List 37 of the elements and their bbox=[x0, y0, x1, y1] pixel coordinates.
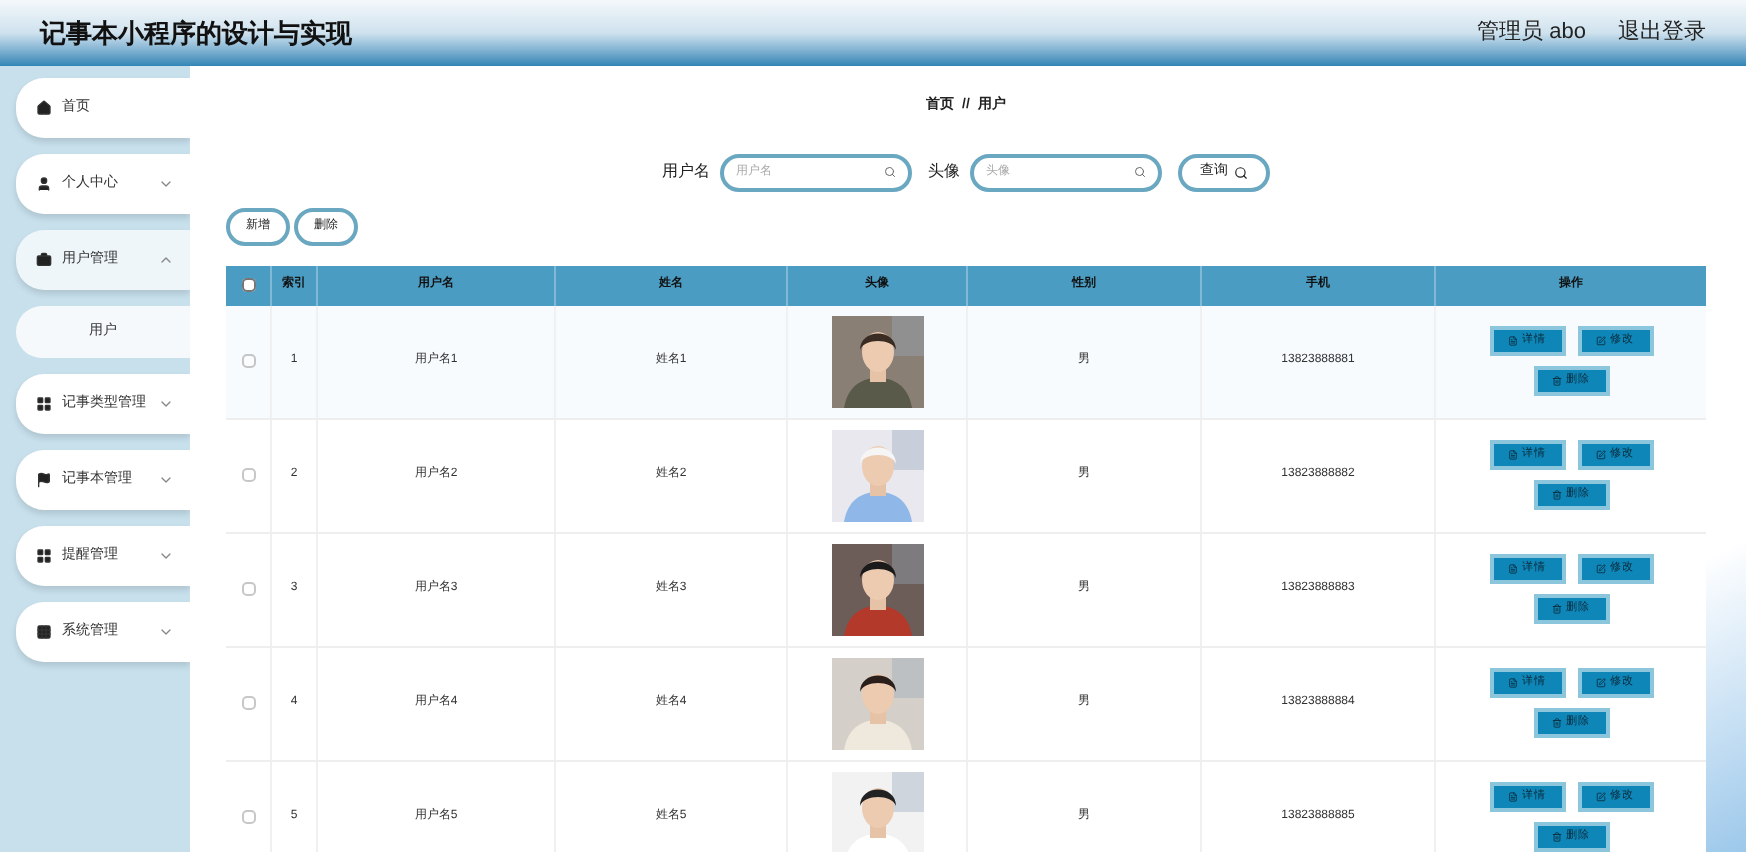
admin-name: 管理员 abo bbox=[1477, 18, 1586, 49]
briefcase-icon bbox=[36, 252, 52, 268]
grid-icon bbox=[36, 396, 52, 412]
chevron-icon bbox=[158, 176, 174, 192]
flag-icon bbox=[36, 472, 52, 488]
document-icon bbox=[1508, 450, 1518, 460]
grid-icon bbox=[36, 548, 52, 564]
edit-icon bbox=[1596, 450, 1606, 460]
trash-icon bbox=[1552, 490, 1562, 500]
document-icon bbox=[1508, 678, 1518, 688]
search-icon bbox=[1234, 165, 1248, 179]
select-all-checkbox[interactable] bbox=[241, 278, 255, 292]
user-icon bbox=[36, 176, 52, 192]
edit-icon bbox=[1596, 336, 1606, 346]
app-title: 记事本小程序的设计与实现 bbox=[40, 15, 352, 52]
search-icon bbox=[884, 166, 896, 178]
edit-icon bbox=[1596, 564, 1606, 574]
chevron-icon bbox=[158, 396, 174, 412]
chevron-icon bbox=[158, 472, 174, 488]
chevron-icon bbox=[158, 624, 174, 640]
search-icon bbox=[1134, 166, 1146, 178]
chevron-icon bbox=[158, 252, 174, 268]
trash-icon bbox=[1552, 604, 1562, 614]
trash-icon bbox=[1552, 376, 1562, 386]
grid-icon bbox=[36, 624, 52, 640]
field-label: 头像 bbox=[928, 160, 960, 184]
home-icon bbox=[36, 100, 52, 116]
trash-icon bbox=[1552, 718, 1562, 728]
edit-icon bbox=[1596, 678, 1606, 688]
document-icon bbox=[1508, 792, 1518, 802]
chevron-icon bbox=[158, 548, 174, 564]
logout-link[interactable]: 退出登录 bbox=[1618, 16, 1706, 50]
field-label: 用户名 bbox=[662, 160, 710, 184]
document-icon bbox=[1508, 564, 1518, 574]
trash-icon bbox=[1552, 832, 1562, 842]
document-icon bbox=[1508, 336, 1518, 346]
edit-icon bbox=[1596, 792, 1606, 802]
